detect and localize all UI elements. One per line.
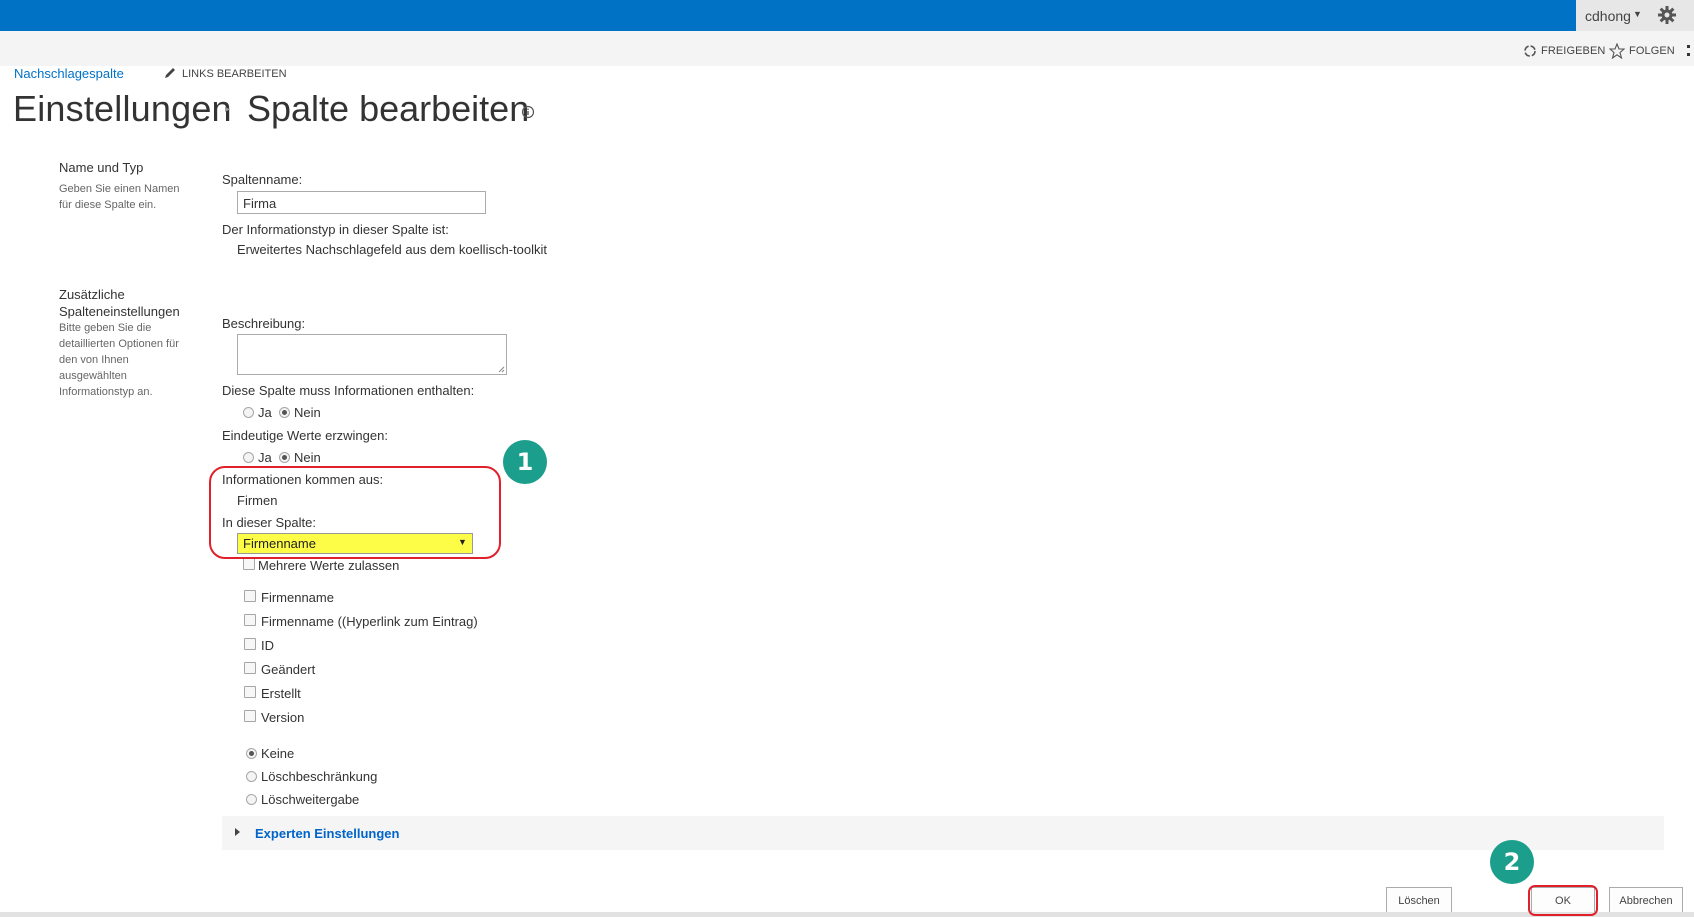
section-title: Zusätzliche bbox=[59, 287, 125, 302]
gear-icon[interactable] bbox=[1657, 5, 1677, 25]
page-title: Spalte bearbeiten bbox=[247, 88, 530, 129]
section-description-line: detaillierten Optionen für bbox=[59, 338, 179, 350]
section-description-line: den von Ihnen bbox=[59, 354, 129, 366]
expert-settings-bar bbox=[222, 816, 1664, 850]
field-checkbox[interactable] bbox=[244, 590, 256, 602]
expand-arrow-icon[interactable] bbox=[235, 828, 240, 836]
field-label: Erstellt bbox=[261, 686, 301, 701]
section-title: Name und Typ bbox=[59, 160, 144, 175]
radio-label: Ja bbox=[258, 405, 272, 420]
multi-values-label: Mehrere Werte zulassen bbox=[258, 558, 400, 573]
footer-divider bbox=[0, 912, 1694, 917]
delete-button[interactable]: Löschen bbox=[1386, 887, 1452, 915]
pencil-icon[interactable] bbox=[163, 66, 177, 80]
field-checkbox[interactable] bbox=[244, 614, 256, 626]
star-icon bbox=[1609, 43, 1625, 59]
relationship-radio-cascade[interactable] bbox=[246, 794, 257, 805]
section-description-line: ausgewählten bbox=[59, 370, 127, 382]
share-label: FREIGEBEN bbox=[1541, 45, 1606, 57]
radio-label: Nein bbox=[294, 450, 321, 465]
field-checkbox[interactable] bbox=[244, 638, 256, 650]
breadcrumb-link[interactable]: Nachschlagespalte bbox=[14, 66, 124, 81]
section-description-line: Geben Sie einen Namen bbox=[59, 183, 180, 195]
follow-label: FOLGEN bbox=[1629, 45, 1675, 57]
info-icon[interactable] bbox=[521, 105, 535, 119]
section-title: Spalteneinstellungen bbox=[59, 304, 180, 319]
title-separator-icon: ▸ bbox=[225, 104, 231, 115]
multi-values-checkbox[interactable] bbox=[243, 558, 255, 570]
required-label: Diese Spalte muss Informationen enthalte… bbox=[222, 383, 475, 398]
page-title-parent[interactable]: Einstellungen bbox=[13, 88, 232, 130]
field-label: Geändert bbox=[261, 662, 316, 677]
unique-label: Eindeutige Werte erzwingen: bbox=[222, 428, 388, 443]
description-label: Beschreibung: bbox=[222, 316, 306, 331]
annotation-highlight-box bbox=[209, 466, 501, 559]
required-yes-radio[interactable] bbox=[243, 407, 254, 418]
share-icon bbox=[1524, 45, 1536, 57]
section-additional-settings: Zusätzliche Spalteneinstellungen Bitte g… bbox=[59, 286, 180, 400]
description-field[interactable] bbox=[237, 334, 507, 375]
type-value: Erweitertes Nachschlagefeld aus dem koel… bbox=[237, 242, 547, 257]
field-label: Firmenname ((Hyperlink zum Eintrag) bbox=[261, 614, 478, 629]
relationship-radio-restrict[interactable] bbox=[246, 771, 257, 782]
annotation-marker: 1 bbox=[503, 440, 547, 484]
section-description-line: Bitte geben Sie die bbox=[59, 322, 152, 334]
resize-handle-icon[interactable] bbox=[498, 366, 505, 373]
column-name-label: Spaltenname: bbox=[222, 172, 303, 187]
user-name[interactable]: cdhong bbox=[1585, 8, 1631, 24]
field-checkbox[interactable] bbox=[244, 662, 256, 674]
relationship-label: Löschbeschränkung bbox=[261, 769, 378, 784]
unique-yes-radio[interactable] bbox=[243, 452, 254, 463]
section-description-line: Informationstyp an. bbox=[59, 386, 153, 398]
annotation-highlight-box bbox=[1528, 885, 1598, 916]
suite-bar bbox=[0, 0, 1694, 31]
required-no-radio[interactable] bbox=[279, 407, 290, 418]
field-label: Version bbox=[261, 710, 305, 725]
cancel-button[interactable]: Abbrechen bbox=[1609, 887, 1683, 915]
relationship-label: Löschweitergabe bbox=[261, 792, 360, 807]
column-name-input[interactable]: Firma bbox=[237, 191, 486, 214]
relationship-radio-none[interactable] bbox=[246, 748, 257, 759]
annotation-marker: 2 bbox=[1490, 840, 1534, 884]
field-checkbox[interactable] bbox=[244, 686, 256, 698]
more-icon[interactable] bbox=[1686, 44, 1692, 58]
field-label: Firmenname bbox=[261, 590, 334, 605]
section-description-line: für diese Spalte ein. bbox=[59, 199, 157, 211]
field-label: ID bbox=[261, 638, 274, 653]
chevron-down-icon[interactable]: ▼ bbox=[1633, 9, 1642, 19]
field-checkbox[interactable] bbox=[244, 710, 256, 722]
relationship-label: Keine bbox=[261, 746, 295, 761]
type-label: Der Informationstyp in dieser Spalte ist… bbox=[222, 222, 449, 237]
edit-links-button[interactable]: LINKS BEARBEITEN bbox=[182, 68, 287, 80]
action-bar bbox=[0, 31, 1694, 66]
radio-label: Nein bbox=[294, 405, 321, 420]
radio-label: Ja bbox=[258, 450, 272, 465]
unique-no-radio[interactable] bbox=[279, 452, 290, 463]
section-name-type: Name und Typ Geben Sie einen Namen für d… bbox=[59, 159, 179, 213]
expert-settings-link[interactable]: Experten Einstellungen bbox=[255, 826, 399, 841]
